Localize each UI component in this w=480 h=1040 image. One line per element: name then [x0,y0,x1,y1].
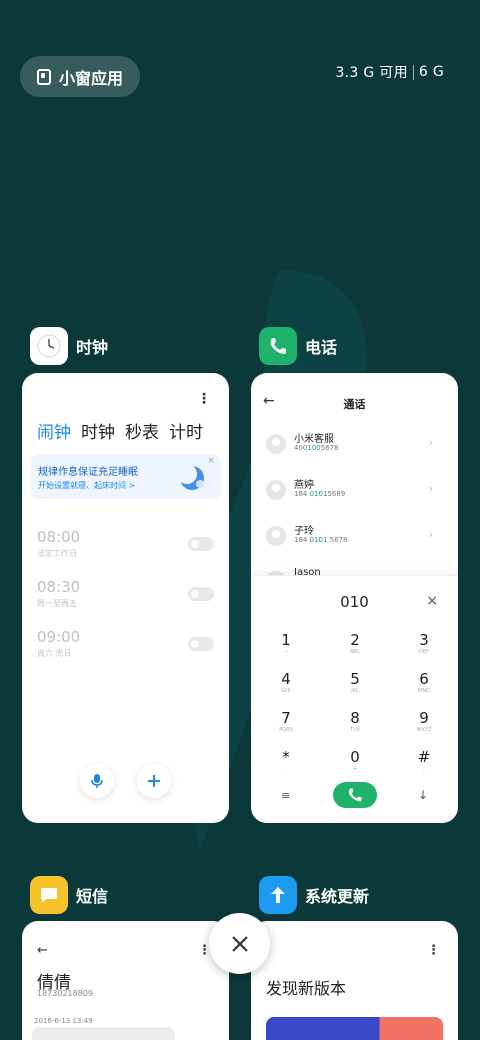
memory-divider [412,64,414,80]
dial-key[interactable]: 4 GHI [266,670,306,694]
alarm-repeat: 法定工作日 [37,549,77,558]
dial-key[interactable]: 2 ABC [335,631,375,655]
dial-key[interactable]: 6 MNO [404,670,444,694]
more-menu-icon[interactable]: ⋮ [427,943,440,958]
phone-icon [349,788,362,802]
dial-key[interactable]: 5 JKL [335,670,375,694]
dial-key[interactable]: 7 PQRS [266,709,306,733]
app-header-sms[interactable]: 短信 [30,876,108,914]
contact-name: 燕婷 [294,480,314,491]
contact-row[interactable]: 燕婷 184 01015689 › [266,476,448,510]
alarm-item[interactable]: 09:00 周六 周日 [37,628,80,659]
call-button[interactable] [333,782,377,808]
microphone-icon [91,774,103,788]
update-app-icon [259,876,297,914]
contact-number: 184 0101 5678 [294,536,348,544]
update-banner [266,1017,443,1040]
app-name-update: 系统更新 [305,887,370,906]
sms-app-icon [30,876,68,914]
app-card-update[interactable]: ⋮ 发现新版本 [251,921,458,1040]
alarm-toggle[interactable] [188,587,214,601]
app-name-sms: 短信 [76,887,109,906]
dial-key[interactable]: 9 WXYZ [404,709,444,733]
memory-total: 6 G [418,64,444,80]
app-header-update[interactable]: 系统更新 [259,876,369,914]
dial-key[interactable]: #; [404,748,444,772]
tab-alarm[interactable]: 闹钟 [37,418,71,443]
contact-number: 184 01015689 [294,490,346,498]
back-arrow-icon[interactable]: ← [37,943,48,958]
alarm-time: 08:00 [37,528,81,546]
dial-key[interactable]: 3 DEF [404,631,444,655]
alarm-time: 08:30 [37,578,81,596]
close-icon [231,935,248,952]
alarm-item[interactable]: 08:30 周一至周五 [37,578,80,609]
app-card-phone[interactable]: ← 通话 小米客服 4001005678 › 燕婷 184 01015689 ›… [251,373,458,823]
dial-key[interactable]: *, [266,748,306,772]
memory-status: 3.3 G 可用 6 G [335,62,444,82]
tab-timer[interactable]: 计时 [169,418,203,443]
avatar [266,434,286,454]
contact-name: 小米客服 [294,434,334,445]
app-header-phone[interactable]: 电话 [259,327,337,365]
dial-key[interactable]: 8 TUV [335,709,375,733]
app-header-clock[interactable]: 时钟 [30,327,108,365]
alarm-item[interactable]: 08:00 法定工作日 [37,528,80,559]
dial-key[interactable]: 1— [266,631,306,655]
contact-number: 4001005678 [294,444,339,452]
avatar [266,526,286,546]
contact-row[interactable]: 子玲 184 0101 5678 › [266,522,448,556]
floating-windows-button[interactable]: 小窗应用 [20,56,140,97]
clear-icon[interactable]: × [426,593,438,609]
menu-icon[interactable]: ≡ [281,789,290,802]
phone-app-icon [259,327,297,365]
app-name-clock: 时钟 [76,338,109,357]
update-title: 发现新版本 [266,979,347,998]
add-alarm-button[interactable] [137,764,171,798]
tab-clock[interactable]: 时钟 [81,418,115,443]
avatar [266,480,286,500]
alarm-repeat: 周六 周日 [37,649,72,658]
alarm-toggle[interactable] [188,537,214,551]
dialpad: 010 × 1— 2 ABC 3 DEF 4 GHI 5 JKL 6 MNO 7 PQRS … [251,575,458,823]
chevron-right-icon: › [428,436,433,449]
voice-alarm-button[interactable] [80,764,114,798]
plus-icon [148,775,160,787]
banner-title: 规律作息保证充足睡眠 [38,467,138,478]
alarm-repeat: 周一至周五 [37,599,77,608]
more-menu-icon[interactable]: ⋮ [197,391,211,407]
chevron-right-icon: › [428,528,433,541]
chevron-right-icon: › [428,482,433,495]
memory-available: 3.3 G 可用 [335,65,408,81]
message-date: 2016-6-13 13:49 [34,1017,93,1025]
app-name-phone: 电话 [305,338,338,357]
message-bubble [32,1027,175,1040]
clock-tabs: 闹钟 时钟 秒表 计时 [37,418,203,443]
tab-stopwatch[interactable]: 秒表 [125,418,159,443]
calls-title: 通话 [343,398,366,411]
contact-name: 子玲 [294,526,314,537]
banner-close-icon[interactable]: × [207,456,215,466]
app-card-sms[interactable]: ← ⋮ 倩倩 18730218809 2016-6-13 13:49 [22,921,229,1040]
clear-all-button[interactable] [209,913,270,974]
alarm-toggle[interactable] [188,637,214,651]
banner-subtitle: 开始设置就寝、起床时间 > [38,481,136,490]
conversation-number: 18730218809 [37,989,93,998]
alarm-time: 09:00 [37,628,81,646]
floating-window-icon [37,68,51,85]
contact-row[interactable]: 小米客服 4001005678 › [266,430,448,464]
app-card-clock[interactable]: ⋮ 闹钟 时钟 秒表 计时 规律作息保证充足睡眠 开始设置就寝、起床时间 > ×… [22,373,229,823]
moon-icon [177,464,204,490]
sleep-banner[interactable]: 规律作息保证充足睡眠 开始设置就寝、起床时间 > × [31,454,221,499]
floating-windows-label: 小窗应用 [59,68,124,88]
dial-key[interactable]: 0 + [335,748,375,772]
collapse-dialpad-icon[interactable]: ↓ [418,788,428,802]
clock-app-icon [30,327,68,365]
